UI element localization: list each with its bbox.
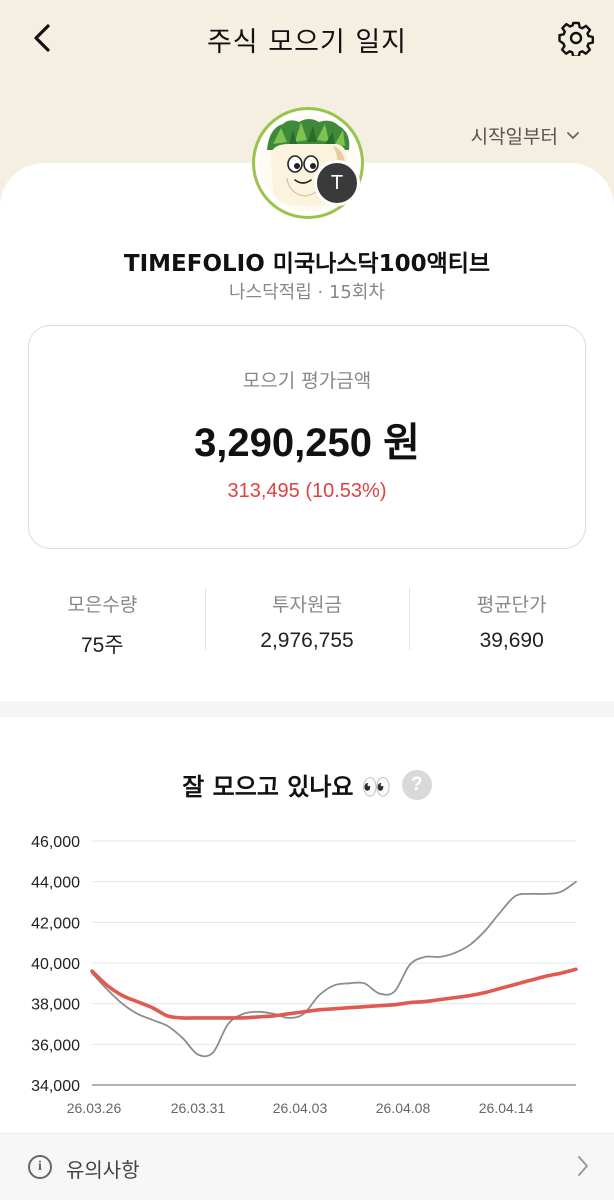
x-tick-label: 26.04.08 bbox=[376, 1100, 431, 1116]
y-tick-label: 36,000 bbox=[31, 1037, 80, 1054]
valuation-amount: 3,290,250 원 bbox=[194, 421, 420, 465]
y-tick-label: 38,000 bbox=[31, 997, 80, 1014]
stat-principal: 투자원금 2,976,755 bbox=[204, 586, 410, 652]
stats-row: 모은수량 75주 투자원금 2,976,755 평균단가 39,690 bbox=[0, 586, 614, 657]
start-date-filter[interactable]: 시작일부터 bbox=[471, 122, 580, 149]
notice-label: 유의사항 bbox=[66, 1158, 140, 1182]
avatar-badge: T bbox=[314, 160, 360, 206]
y-tick-label: 34,000 bbox=[31, 1078, 80, 1095]
section-divider bbox=[0, 701, 614, 717]
chart-section: 잘 모으고 있나요 👀 ? 46,000 44,000 42,000 40,000 38… bbox=[0, 717, 614, 1133]
y-tick-label: 46,000 bbox=[31, 834, 80, 851]
fund-subtitle: 나스닥적립 · 15회차 bbox=[229, 282, 385, 303]
stat-value: 75주 bbox=[80, 634, 124, 657]
settings-button[interactable] bbox=[554, 16, 598, 60]
top-bar: 주식 모으기 일지 bbox=[0, 0, 614, 78]
page-title: 주식 모으기 일지 bbox=[206, 27, 408, 58]
y-tick-label: 40,000 bbox=[31, 956, 80, 973]
info-icon: i bbox=[28, 1155, 52, 1179]
stat-average-price: 평균단가 39,690 bbox=[409, 586, 614, 652]
chevron-right-icon bbox=[578, 1156, 588, 1176]
valuation-box: 모으기 평가금액 3,290,250 원 313,495 (10.53%) bbox=[28, 325, 586, 549]
price-chart: 46,000 44,000 42,000 40,000 38,000 36,000 34,0… bbox=[31, 834, 578, 1116]
stat-quantity: 모은수량 75주 bbox=[0, 586, 205, 657]
x-tick-label: 26.04.03 bbox=[273, 1100, 328, 1116]
stat-value: 39,690 bbox=[479, 629, 544, 652]
x-tick-label: 26.04.14 bbox=[479, 1100, 534, 1116]
average-price-line bbox=[90, 967, 578, 1020]
chevron-down-icon bbox=[567, 131, 579, 139]
stat-label: 모은수량 bbox=[67, 594, 138, 616]
valuation-label: 모으기 평가금액 bbox=[242, 370, 372, 392]
stat-label: 평균단가 bbox=[476, 594, 547, 616]
x-tick-label: 26.03.26 bbox=[67, 1100, 122, 1116]
valuation-change: 313,495 (10.53%) bbox=[227, 480, 387, 502]
stat-value: 2,976,755 bbox=[260, 629, 354, 652]
gear-icon bbox=[558, 21, 594, 56]
start-filter-label: 시작일부터 bbox=[470, 126, 558, 148]
notice-bar[interactable]: i 유의사항 bbox=[0, 1133, 614, 1200]
fund-name: TIMEFOLIO 미국나스닥100액티브 bbox=[123, 251, 491, 277]
y-tick-label: 42,000 bbox=[31, 915, 80, 932]
x-tick-label: 26.03.31 bbox=[171, 1100, 226, 1116]
price-line bbox=[91, 880, 577, 1058]
stat-label: 투자원금 bbox=[272, 594, 342, 616]
y-tick-label: 44,000 bbox=[31, 875, 80, 892]
